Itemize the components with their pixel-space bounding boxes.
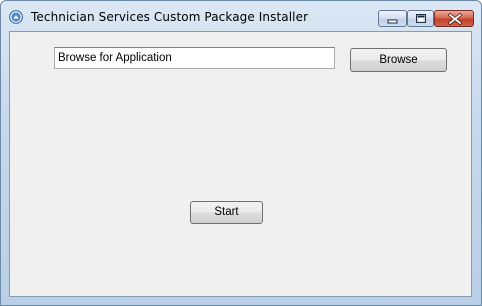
- minimize-button[interactable]: [378, 10, 407, 27]
- maximize-icon: [416, 14, 426, 23]
- maximize-button[interactable]: [407, 10, 434, 27]
- browse-button[interactable]: Browse: [350, 48, 447, 72]
- minimize-icon: [387, 19, 398, 24]
- installer-window: Technician Services Custom Package Insta…: [0, 0, 482, 306]
- application-path-input[interactable]: [54, 47, 335, 69]
- close-icon: [447, 12, 463, 26]
- app-icon: [9, 9, 23, 24]
- window-title: Technician Services Custom Package Insta…: [31, 10, 309, 24]
- title-bar[interactable]: Technician Services Custom Package Insta…: [1, 1, 481, 31]
- close-button[interactable]: [434, 10, 474, 27]
- start-button[interactable]: Start: [190, 201, 263, 224]
- client-area: Browse Start: [9, 31, 472, 297]
